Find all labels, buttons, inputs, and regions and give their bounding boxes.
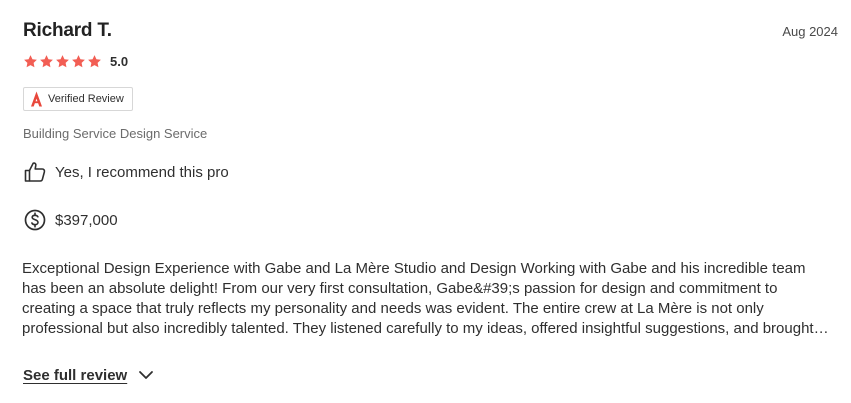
star-icon [24, 54, 37, 67]
see-full-review-label[interactable]: See full review [23, 367, 127, 384]
dollar-circle-icon [24, 209, 46, 231]
star-rating [23, 54, 102, 69]
reviewer-name: Richard T. [23, 20, 112, 41]
verified-review-badge: Verified Review [23, 87, 133, 111]
review-body: Exceptional Design Experience with Gabe … [22, 260, 814, 337]
star-icon [40, 54, 53, 67]
verified-review-label: Verified Review [48, 93, 124, 105]
see-full-review-button[interactable]: See full review [23, 366, 155, 384]
recommend-text: Yes, I recommend this pro [55, 163, 229, 181]
price-value: $397,000 [55, 211, 118, 229]
review-card: Richard T. Aug 2024 5.0 Verified Review … [0, 0, 851, 403]
houzz-verified-icon [31, 91, 42, 107]
star-icon [88, 54, 101, 67]
star-icon [56, 54, 69, 67]
service-name: Building Service Design Service [23, 126, 208, 141]
rating-value: 5.0 [110, 53, 129, 69]
thumbs-up-icon [24, 162, 46, 182]
star-icon [72, 54, 85, 67]
recommendation: Yes, I recommend this pro [23, 160, 229, 184]
chevron-down-icon[interactable] [137, 366, 155, 384]
rating-row: 5.0 [23, 52, 128, 70]
review-date: Aug 2024 [782, 24, 838, 39]
project-price: $397,000 [23, 208, 118, 232]
